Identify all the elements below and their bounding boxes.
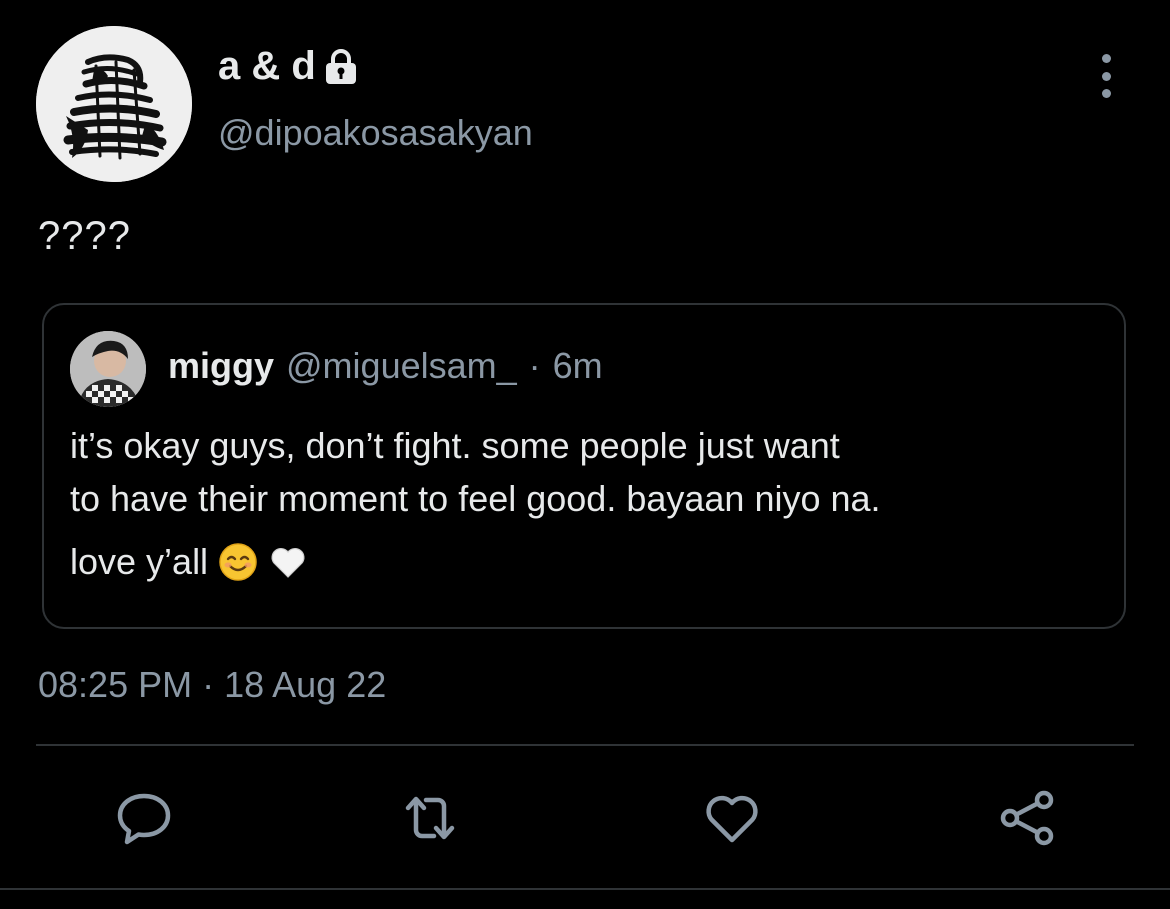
avatar-art [36,26,192,182]
heart-icon [706,795,758,843]
quoted-text-line: to have their moment to feel good. bayaa… [70,478,881,519]
quoted-tweet-body: it’s okay guys, don’t fight. some people… [70,419,1090,588]
retweet-button[interactable] [398,786,462,850]
quoted-text-line: love y’all [70,541,209,582]
share-button[interactable] [996,786,1060,850]
author-avatar[interactable] [36,26,192,182]
author-handle[interactable]: @dipoakosasakyan [218,112,533,154]
bottom-divider [0,888,1170,890]
reply-button[interactable] [112,786,176,850]
smiling-face-emoji [219,542,257,581]
quoted-tweet-card[interactable]: miggy @miguelsam_ · 6m it’s okay guys, d… [42,303,1126,629]
lock-icon [325,48,356,84]
retweet-icon [405,796,455,840]
like-button[interactable] [700,786,764,850]
quoted-tweet-time[interactable]: 6m [553,345,603,387]
more-options-icon[interactable] [1088,54,1124,98]
quoted-avatar-photo [70,331,146,407]
tweet-timestamp[interactable]: 08:25 PM · 18 Aug 22 [38,664,386,706]
tweet-text: ???? [38,214,131,258]
more-dot [1101,89,1111,98]
quoted-author-avatar[interactable] [70,331,146,407]
quoted-text-line: it’s okay guys, don’t fight. some people… [70,425,840,466]
more-dot [1101,54,1111,63]
reply-icon [117,793,171,845]
divider [36,744,1134,746]
quoted-text-line-with-emoji: love y’all [70,535,1090,588]
header-separator: · [528,345,541,386]
author-display-name[interactable]: a & d [218,44,358,89]
share-icon [1000,790,1054,846]
white-heart-emoji [271,547,305,578]
more-dot [1101,71,1111,81]
quoted-author-handle[interactable]: @miguelsam_ [286,345,517,387]
author-name-text: a & d [218,44,316,88]
quoted-tweet-header: miggy @miguelsam_ · 6m [168,345,603,387]
quoted-author-name[interactable]: miggy [168,345,274,387]
